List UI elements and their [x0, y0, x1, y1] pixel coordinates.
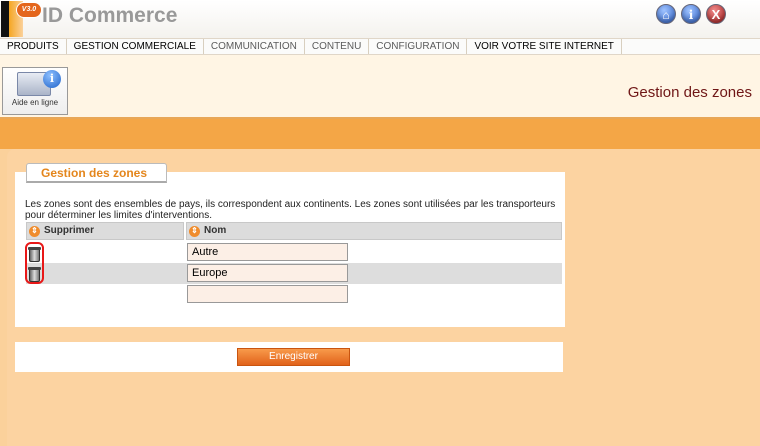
top-icons: ⌂ i X	[656, 4, 726, 24]
home-icon[interactable]: ⌂	[656, 4, 676, 24]
trash-icon[interactable]	[28, 267, 41, 282]
info-icon: i	[43, 70, 61, 88]
menu-item-configuration[interactable]: CONFIGURATION	[369, 39, 468, 54]
help-label: Aide en ligne	[11, 98, 59, 107]
panel-description: Les zones sont des ensembles de pays, il…	[25, 199, 556, 221]
sort-icon: ⇕	[189, 225, 200, 237]
menu-item-communication[interactable]: COMMUNICATION	[204, 39, 305, 54]
column-label: Nom	[204, 225, 227, 236]
column-header-supprimer[interactable]: ⇕ Supprimer	[26, 222, 184, 240]
menu-item-contenu[interactable]: CONTENU	[305, 39, 370, 54]
delete-highlight	[25, 242, 44, 284]
new-zone-name-input[interactable]	[187, 285, 348, 303]
menu-item-produits[interactable]: PRODUITS	[0, 39, 67, 54]
zone-name-input[interactable]	[187, 264, 348, 282]
logo-version-badge: V3.0	[16, 2, 42, 18]
panel-tab-title: Gestion des zones	[26, 163, 167, 183]
column-label: Supprimer	[44, 225, 95, 236]
main-menu: PRODUITS GESTION COMMERCIALE COMMUNICATI…	[0, 38, 760, 55]
close-icon[interactable]: X	[706, 4, 726, 24]
orange-band	[0, 119, 760, 149]
page-title: Gestion des zones	[627, 84, 752, 101]
column-header-nom[interactable]: ⇕ Nom	[186, 222, 562, 240]
table-row	[26, 242, 562, 263]
menu-item-voir-site[interactable]: VOIR VOTRE SITE INTERNET	[467, 39, 622, 54]
table-row	[26, 284, 562, 305]
save-button[interactable]: Enregistrer	[237, 348, 350, 366]
sub-header: i Aide en ligne Gestion des zones	[0, 55, 760, 119]
info-icon[interactable]: i	[681, 4, 701, 24]
top-header: V3.0 ID Commerce ⌂ i X	[0, 0, 760, 38]
table-row	[26, 263, 562, 284]
zone-name-input[interactable]	[187, 243, 348, 261]
menu-item-gestion-commerciale[interactable]: GESTION COMMERCIALE	[67, 39, 204, 54]
table-header: ⇕ Supprimer ⇕ Nom	[26, 222, 562, 240]
help-button[interactable]: i Aide en ligne	[2, 67, 68, 115]
logo-text: ID Commerce	[42, 4, 178, 27]
sort-icon: ⇕	[29, 225, 40, 237]
trash-icon[interactable]	[28, 247, 41, 262]
